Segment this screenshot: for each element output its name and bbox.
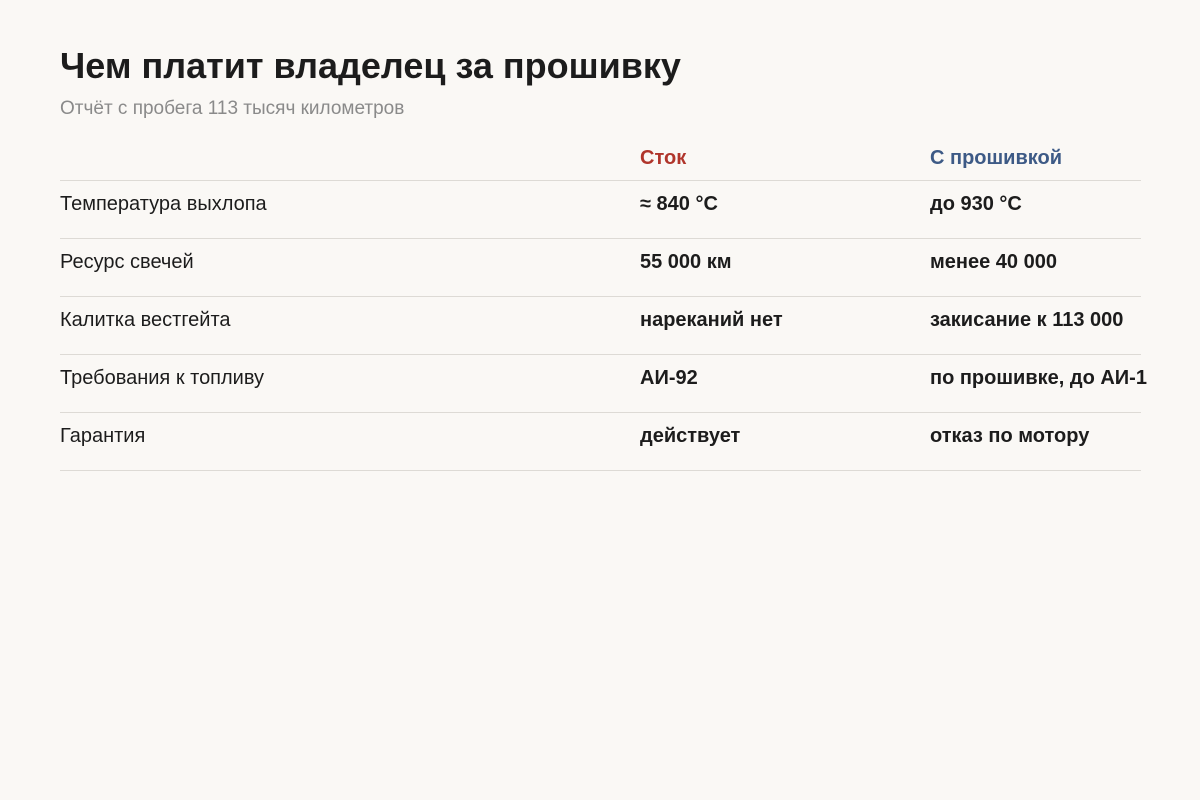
row-label: Ресурс свечей xyxy=(60,251,194,273)
table-row: Температура выхлопа ≈ 840 °C до 930 °C xyxy=(60,181,1141,239)
page-subtitle: Отчёт с пробега 113 тысяч километров xyxy=(60,98,405,119)
stock-value: ≈ 840 °C xyxy=(640,193,718,215)
row-label: Калитка вестгейта xyxy=(60,309,231,331)
table-row: Калитка вестгейта нареканий нет закисани… xyxy=(60,297,1141,355)
comparison-page: Чем платит владелец за прошивку Отчёт с … xyxy=(0,0,1200,800)
tuned-value: до 930 °C xyxy=(930,193,1022,215)
comparison-table: Сток С прошивкой Температура выхлопа ≈ 8… xyxy=(60,134,1200,471)
column-header-stock: Сток xyxy=(640,147,687,169)
tuned-value: отказ по мотору xyxy=(930,425,1090,447)
row-label: Гарантия xyxy=(60,425,146,447)
stock-value: нареканий нет xyxy=(640,309,783,331)
row-label: Температура выхлопа xyxy=(60,193,267,215)
column-header-tuned: С прошивкой xyxy=(930,147,1063,169)
tuned-value: закисание к 113 000 xyxy=(930,309,1124,331)
table-header-row: Сток С прошивкой xyxy=(60,134,1141,181)
stock-value: 55 000 км xyxy=(640,251,732,273)
tuned-value: по прошивке, до АИ-1 xyxy=(930,367,1147,389)
tuned-value: менее 40 000 xyxy=(930,251,1057,273)
page-title: Чем платит владелец за прошивку xyxy=(60,45,681,86)
table-row: Гарантия действует отказ по мотору xyxy=(60,413,1141,471)
table-row: Требования к топливу АИ-92 по прошивке, … xyxy=(60,355,1147,413)
stock-value: АИ-92 xyxy=(640,367,698,389)
stock-value: действует xyxy=(640,425,741,447)
row-label: Требования к топливу xyxy=(60,367,265,389)
table-row: Ресурс свечей 55 000 км менее 40 000 xyxy=(60,239,1141,297)
